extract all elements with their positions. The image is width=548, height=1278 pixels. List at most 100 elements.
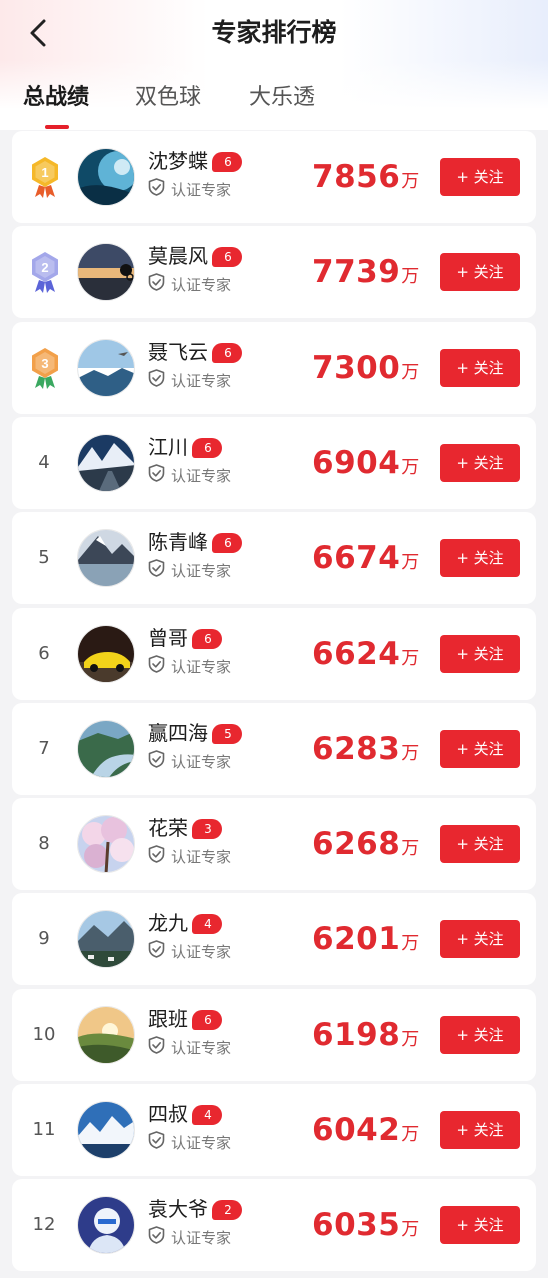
rank-number: 4 xyxy=(38,452,50,473)
tab-bar: 总战绩 双色球 大乐透 xyxy=(0,74,548,130)
shield-check-icon xyxy=(148,845,171,867)
expert-row[interactable]: 9 龙九 4 认证专家 6201万 + 关注 xyxy=(12,893,536,985)
winning-amount: 7856万 xyxy=(312,153,419,201)
level-badge: 6 xyxy=(212,152,242,172)
expert-name[interactable]: 江川 xyxy=(148,433,188,461)
page-title: 专家排行榜 xyxy=(211,18,337,47)
avatar[interactable] xyxy=(77,339,135,397)
follow-button[interactable]: + 关注 xyxy=(440,349,520,387)
avatar[interactable] xyxy=(77,815,135,873)
verified-expert-tag: 认证专家 xyxy=(148,1131,231,1153)
verified-expert-tag: 认证专家 xyxy=(148,464,231,486)
avatar[interactable] xyxy=(77,529,135,587)
follow-button[interactable]: + 关注 xyxy=(440,158,520,196)
follow-button[interactable]: + 关注 xyxy=(440,1111,520,1149)
shield-check-icon xyxy=(148,464,171,486)
avatar[interactable] xyxy=(77,434,135,492)
tab-overall[interactable]: 总战绩 xyxy=(23,74,89,122)
rank-number: 10 xyxy=(32,1024,56,1045)
amount-value: 6283 xyxy=(312,731,401,767)
tab-double-color-ball[interactable]: 双色球 xyxy=(135,74,201,122)
expert-row[interactable]: 8 花荣 3 认证专家 6268万 + 关注 xyxy=(12,798,536,890)
expert-name[interactable]: 沈梦蝶 xyxy=(148,147,208,175)
expert-row[interactable]: 10 跟班 6 认证专家 6198万 + 关注 xyxy=(12,989,536,1081)
verified-expert-tag: 认证专家 xyxy=(148,178,231,200)
rank-number: 12 xyxy=(32,1214,56,1235)
avatar[interactable] xyxy=(77,1196,135,1254)
expert-name[interactable]: 莫晨风 xyxy=(148,242,208,270)
expert-name[interactable]: 跟班 xyxy=(148,1005,188,1033)
expert-name[interactable]: 花荣 xyxy=(148,814,188,842)
expert-row[interactable]: 12 袁大爷 2 认证专家 6035万 + 关注 xyxy=(12,1179,536,1271)
follow-button[interactable]: + 关注 xyxy=(440,1016,520,1054)
follow-button[interactable]: + 关注 xyxy=(440,825,520,863)
shield-check-icon xyxy=(148,1131,171,1153)
verified-label: 认证专家 xyxy=(171,180,232,199)
expert-row[interactable]: 11 四叔 4 认证专家 6042万 + 关注 xyxy=(12,1084,536,1176)
level-badge: 6 xyxy=(212,343,242,363)
expert-row[interactable]: 1 沈梦蝶 6 认证专家 7856万 + 关注 xyxy=(12,131,536,223)
expert-row[interactable]: 2 莫晨风 6 认证专家 7739万 + 关注 xyxy=(12,226,536,318)
level-badge: 6 xyxy=(192,629,222,649)
expert-name[interactable]: 聂飞云 xyxy=(148,338,208,366)
avatar[interactable] xyxy=(77,625,135,683)
silver-medal-icon: 2 xyxy=(28,250,62,294)
avatar[interactable] xyxy=(77,1006,135,1064)
expert-name[interactable]: 四叔 xyxy=(148,1100,188,1128)
winning-amount: 7300万 xyxy=(312,344,419,392)
winning-amount: 6283万 xyxy=(312,725,419,773)
verified-label: 认证专家 xyxy=(171,657,232,676)
avatar[interactable] xyxy=(77,1101,135,1159)
follow-button[interactable]: + 关注 xyxy=(440,1206,520,1244)
expert-name[interactable]: 赢四海 xyxy=(148,719,208,747)
level-badge: 6 xyxy=(192,438,222,458)
active-tab-indicator xyxy=(45,125,69,129)
expert-name[interactable]: 曾哥 xyxy=(148,624,188,652)
expert-name[interactable]: 陈青峰 xyxy=(148,528,208,556)
amount-unit: 万 xyxy=(401,1219,420,1240)
shield-check-icon xyxy=(148,940,171,962)
expert-row[interactable]: 5 陈青峰 6 认证专家 6674万 + 关注 xyxy=(12,512,536,604)
follow-button[interactable]: + 关注 xyxy=(440,253,520,291)
follow-button[interactable]: + 关注 xyxy=(440,920,520,958)
winning-amount: 6674万 xyxy=(312,534,419,582)
follow-button[interactable]: + 关注 xyxy=(440,444,520,482)
winning-amount: 6042万 xyxy=(312,1106,419,1154)
level-badge: 6 xyxy=(192,1010,222,1030)
amount-unit: 万 xyxy=(401,266,420,287)
level-badge: 6 xyxy=(212,247,242,267)
verified-expert-tag: 认证专家 xyxy=(148,559,231,581)
follow-button[interactable]: + 关注 xyxy=(440,730,520,768)
winning-amount: 6198万 xyxy=(312,1011,419,1059)
expert-row[interactable]: 4 江川 6 认证专家 6904万 + 关注 xyxy=(12,417,536,509)
shield-check-icon xyxy=(148,1036,171,1058)
avatar[interactable] xyxy=(77,243,135,301)
expert-row[interactable]: 6 曾哥 6 认证专家 6624万 + 关注 xyxy=(12,608,536,700)
bronze-medal-icon: 3 xyxy=(28,346,62,390)
follow-button[interactable]: + 关注 xyxy=(440,635,520,673)
verified-label: 认证专家 xyxy=(171,1133,232,1152)
avatar[interactable] xyxy=(77,148,135,206)
shield-check-icon xyxy=(148,178,171,200)
winning-amount: 6035万 xyxy=(312,1201,419,1249)
amount-value: 7856 xyxy=(312,159,401,195)
avatar[interactable] xyxy=(77,910,135,968)
expert-row[interactable]: 3 聂飞云 6 认证专家 7300万 + 关注 xyxy=(12,322,536,414)
amount-unit: 万 xyxy=(401,552,420,573)
winning-amount: 7739万 xyxy=(312,248,419,296)
shield-check-icon xyxy=(148,369,171,391)
expert-name[interactable]: 龙九 xyxy=(148,909,188,937)
winning-amount: 6904万 xyxy=(312,439,419,487)
verified-label: 认证专家 xyxy=(171,275,232,294)
rank-number: 11 xyxy=(32,1119,56,1140)
expert-row[interactable]: 7 赢四海 5 认证专家 6283万 + 关注 xyxy=(12,703,536,795)
tab-super-lotto[interactable]: 大乐透 xyxy=(249,74,315,122)
winning-amount: 6624万 xyxy=(312,630,419,678)
avatar[interactable] xyxy=(77,720,135,778)
amount-unit: 万 xyxy=(401,362,420,383)
level-badge: 3 xyxy=(192,819,222,839)
expert-name[interactable]: 袁大爷 xyxy=(148,1195,208,1223)
amount-unit: 万 xyxy=(401,171,420,192)
follow-button[interactable]: + 关注 xyxy=(440,539,520,577)
gold-medal-icon: 1 xyxy=(28,155,62,199)
